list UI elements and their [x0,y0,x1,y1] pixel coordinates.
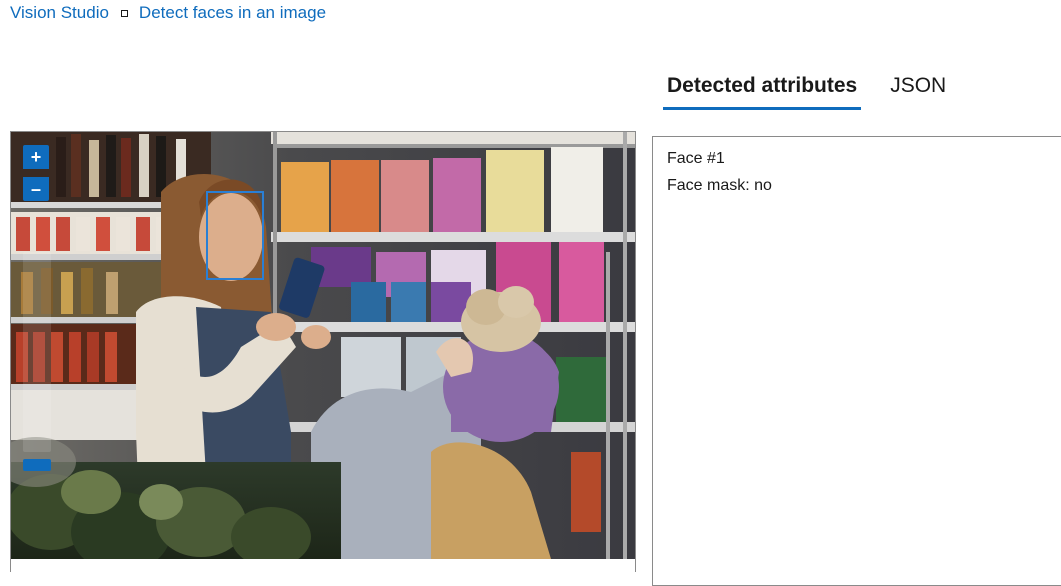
store-photo [11,132,635,559]
breadcrumb-separator-icon [120,9,128,17]
breadcrumb-detect-faces[interactable]: Detect faces in an image [139,3,326,23]
image-viewer[interactable]: + – [10,131,636,572]
zoom-out-button[interactable]: – [23,177,49,201]
face-mask-attribute: Face mask: no [667,177,772,194]
breadcrumb: Vision Studio Detect faces in an image [10,2,326,24]
breadcrumb-vision-studio[interactable]: Vision Studio [10,3,109,23]
zoom-in-button[interactable]: + [23,145,49,169]
face-title: Face #1 [667,150,725,167]
zoom-slider-track[interactable] [23,252,51,452]
face-bounding-box[interactable] [206,191,264,280]
zoom-slider-handle[interactable] [23,459,51,471]
tab-json[interactable]: JSON [886,70,950,110]
result-tabs: Detected attributes JSON [663,70,950,114]
tab-detected-attributes[interactable]: Detected attributes [663,70,862,110]
results-panel: Face #1 Face mask: no [652,136,1061,586]
